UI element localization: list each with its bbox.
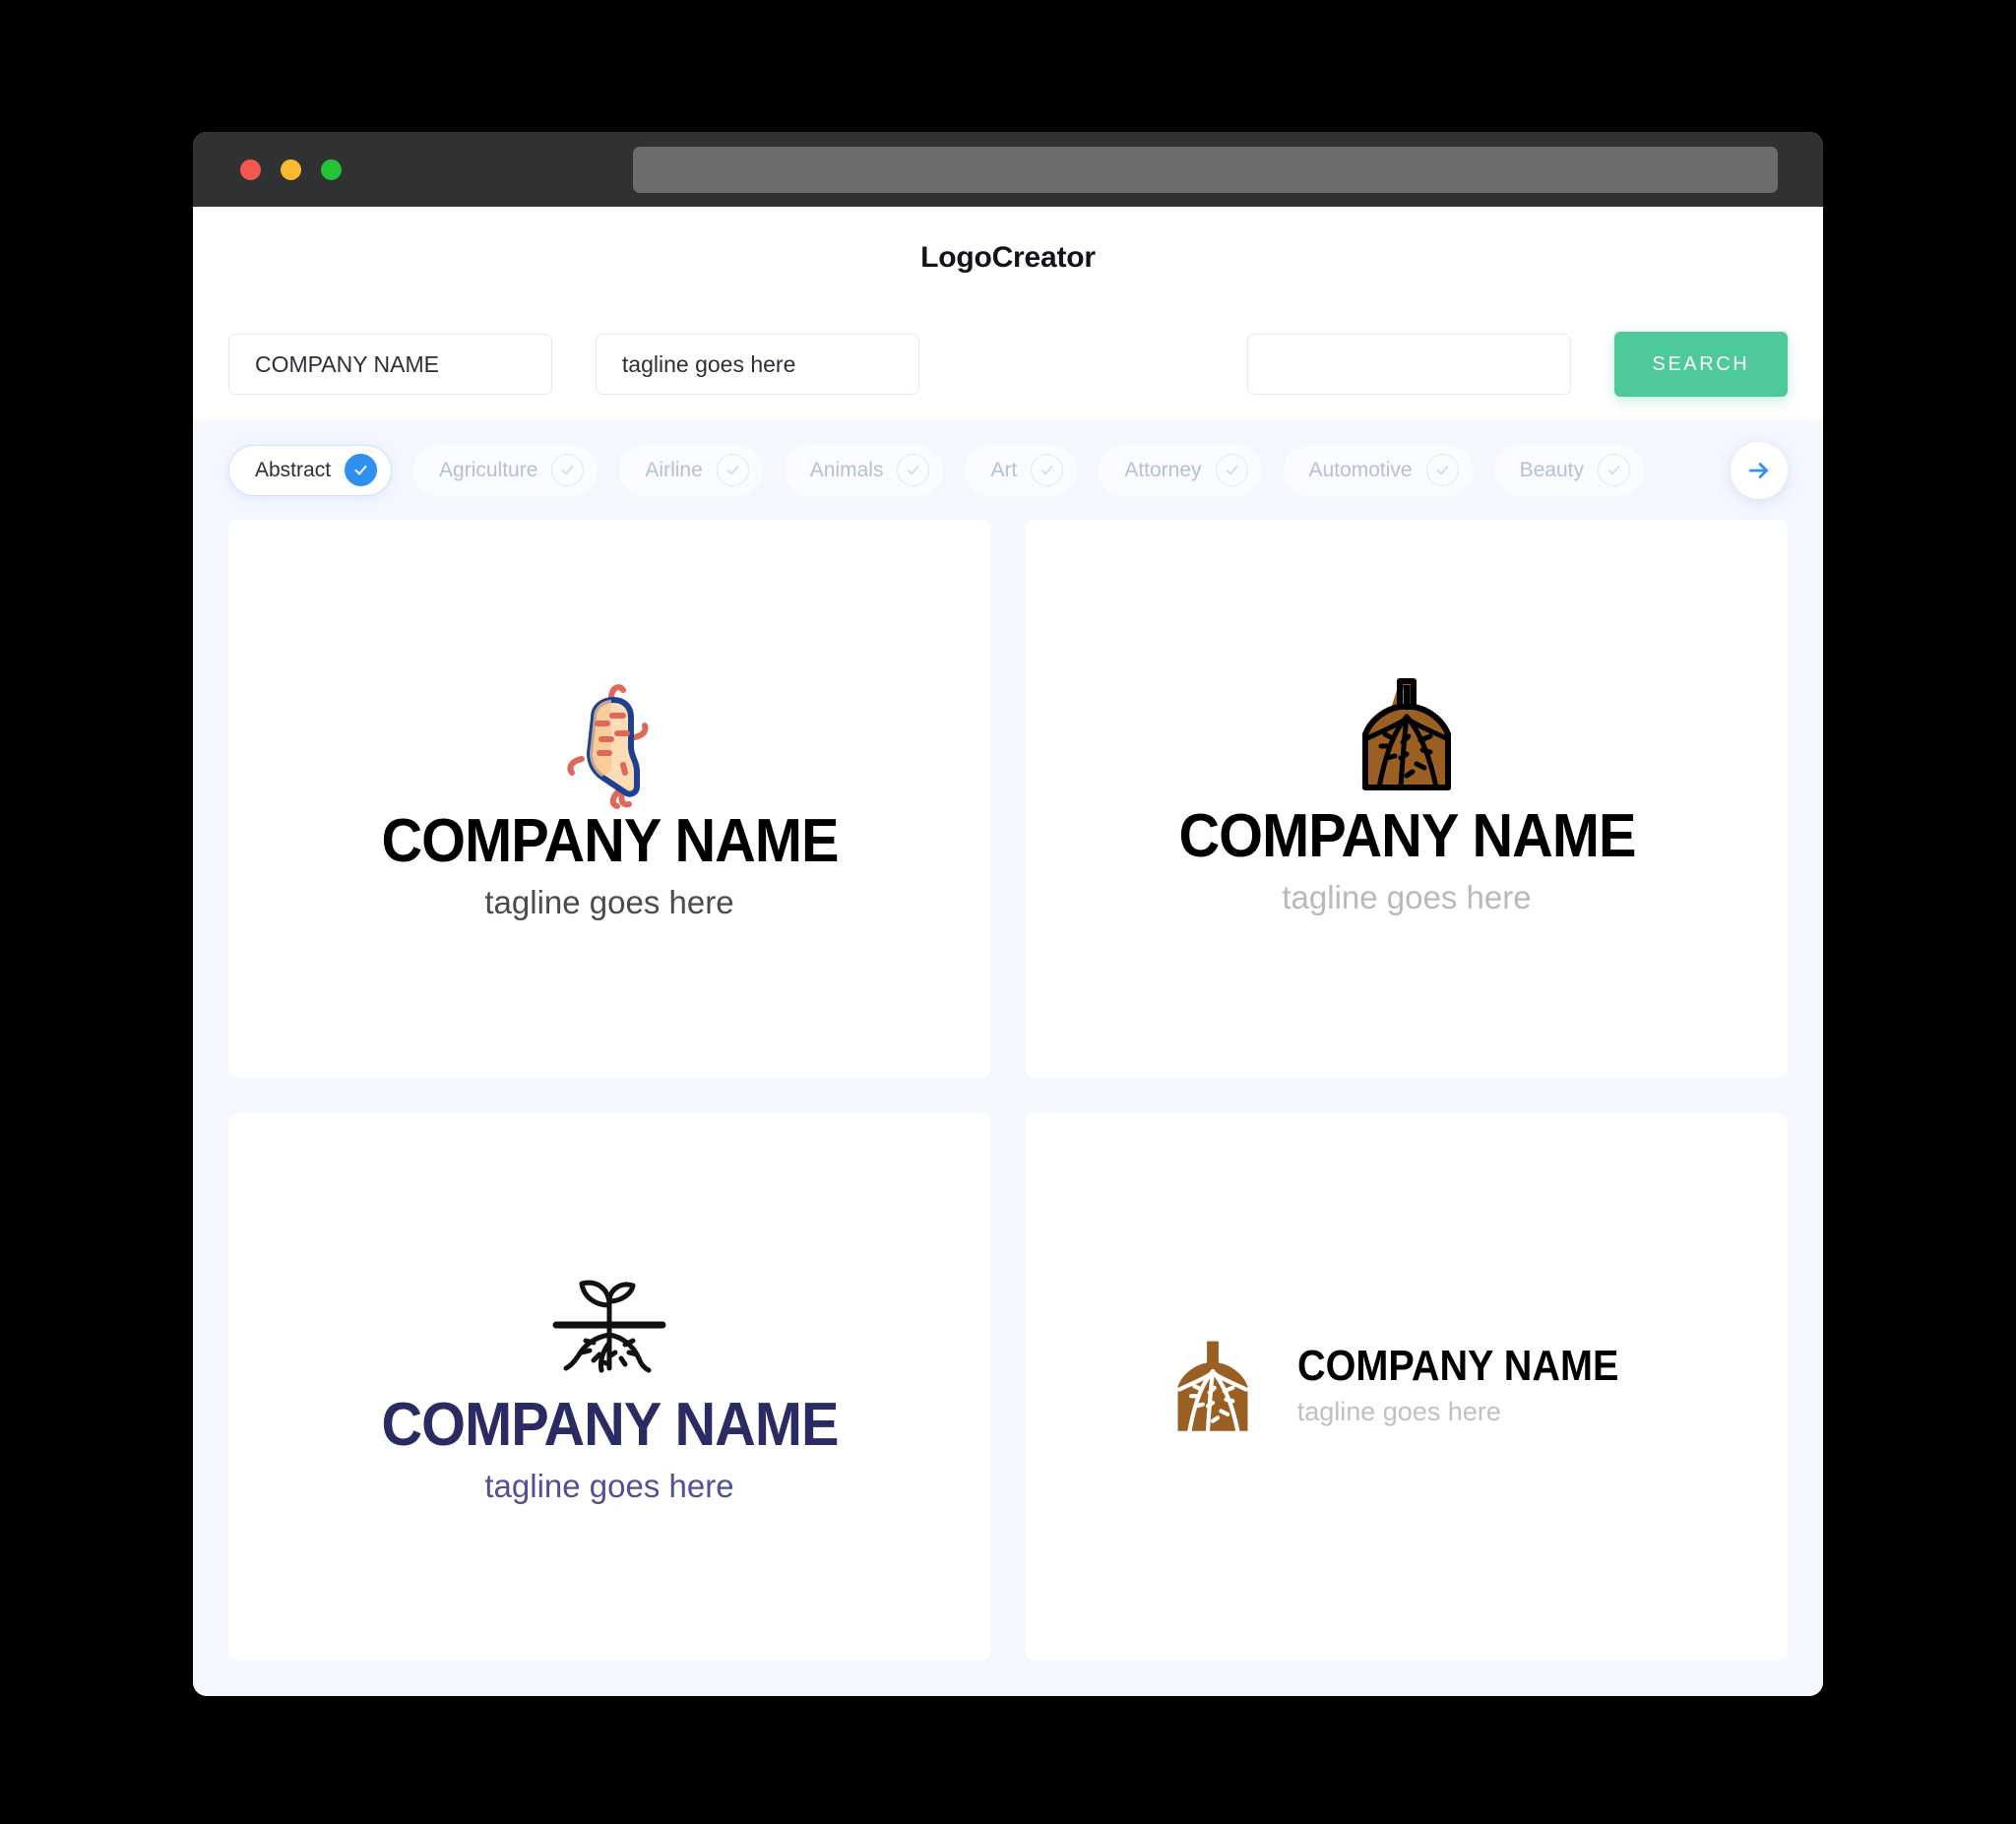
close-window-button[interactable] <box>240 158 261 180</box>
logo-company-name: COMPANY NAME <box>380 807 839 876</box>
check-circle-icon[interactable] <box>551 454 585 486</box>
category-chip-label: Art <box>990 458 1018 481</box>
browser-window: LogoCreator COMPANY NAME tagline goes he… <box>193 132 1823 1696</box>
category-chip-automotive[interactable]: Automotive <box>1283 444 1473 496</box>
check-circle-icon[interactable] <box>1215 454 1248 486</box>
company-name-input[interactable]: COMPANY NAME <box>228 334 552 395</box>
tree-root-icon <box>1176 1341 1248 1433</box>
check-circle-icon[interactable] <box>1598 454 1630 486</box>
category-chip-label: Agriculture <box>439 458 538 481</box>
logo-card[interactable]: COMPANY NAME tagline goes here <box>228 1112 990 1661</box>
logo-tagline: tagline goes here <box>484 1467 734 1504</box>
ginger-root-icon <box>567 684 649 810</box>
category-chip-airline[interactable]: Airline <box>619 444 763 496</box>
logo-tagline: tagline goes here <box>1296 1396 1501 1426</box>
category-chip-abstract[interactable]: Abstract <box>228 444 393 496</box>
check-circle-icon[interactable] <box>716 454 749 486</box>
check-circle-icon[interactable] <box>1031 454 1064 486</box>
logo-company-name: COMPANY NAME <box>380 1390 839 1459</box>
categories-next-button[interactable] <box>1731 441 1788 499</box>
category-chip-art[interactable]: Art <box>965 444 1078 496</box>
logo-preview: COMPANY NAME tagline goes here <box>364 1266 855 1508</box>
logo-preview: COMPANY NAME tagline goes here <box>364 672 855 924</box>
logo-card[interactable]: COMPANY NAME tagline goes here <box>228 520 990 1078</box>
maximize-window-button[interactable] <box>321 158 342 180</box>
extra-search-input[interactable] <box>1246 334 1571 395</box>
category-chip-animals[interactable]: Animals <box>784 444 944 496</box>
category-chip-label: Airline <box>645 458 703 481</box>
category-chip-beauty[interactable]: Beauty <box>1493 444 1644 496</box>
logo-company-name: COMPANY NAME <box>1177 802 1636 871</box>
category-chip-attorney[interactable]: Attorney <box>1099 444 1262 496</box>
category-chip-label: Abstract <box>255 458 332 481</box>
check-circle-icon[interactable] <box>1425 454 1459 486</box>
page-title: LogoCreator <box>920 240 1096 274</box>
logo-tagline: tagline goes here <box>1282 879 1532 916</box>
search-toolbar: COMPANY NAME tagline goes here SEARCH <box>193 308 1823 420</box>
arrow-right-icon <box>1748 462 1768 478</box>
logo-card[interactable]: COMPANY NAME tagline goes here <box>1026 1112 1788 1661</box>
minimize-window-button[interactable] <box>281 158 301 180</box>
category-chip-agriculture[interactable]: Agriculture <box>413 444 598 496</box>
search-button[interactable]: SEARCH <box>1613 332 1789 397</box>
check-circle-icon[interactable] <box>345 454 378 486</box>
check-circle-icon[interactable] <box>897 454 930 486</box>
category-chip-label: Beauty <box>1519 458 1584 481</box>
logo-text-block: COMPANY NAME tagline goes here <box>1296 1341 1655 1429</box>
logo-company-name: COMPANY NAME <box>1296 1341 1619 1390</box>
logo-results-grid: COMPANY NAME tagline goes here COMPANY N… <box>193 520 1823 1696</box>
category-filter-bar: Abstract Agriculture Airline Animals Art Atto… <box>193 420 1823 520</box>
app-header: LogoCreator <box>193 207 1823 308</box>
category-chip-label: Automotive <box>1308 458 1413 481</box>
logo-card[interactable]: COMPANY NAME tagline goes here <box>1026 520 1788 1078</box>
logo-tagline: tagline goes here <box>484 884 734 921</box>
tree-root-icon <box>1362 678 1451 791</box>
sprout-roots-icon <box>552 1280 666 1373</box>
traffic-lights <box>240 158 342 180</box>
tagline-input[interactable]: tagline goes here <box>595 334 919 395</box>
category-chip-label: Attorney <box>1124 458 1202 481</box>
logo-preview: COMPANY NAME tagline goes here <box>1160 1338 1655 1436</box>
category-chip-label: Animals <box>809 458 884 481</box>
browser-titlebar <box>193 132 1823 207</box>
url-bar[interactable] <box>633 147 1778 193</box>
logo-preview: COMPANY NAME tagline goes here <box>1162 677 1653 919</box>
